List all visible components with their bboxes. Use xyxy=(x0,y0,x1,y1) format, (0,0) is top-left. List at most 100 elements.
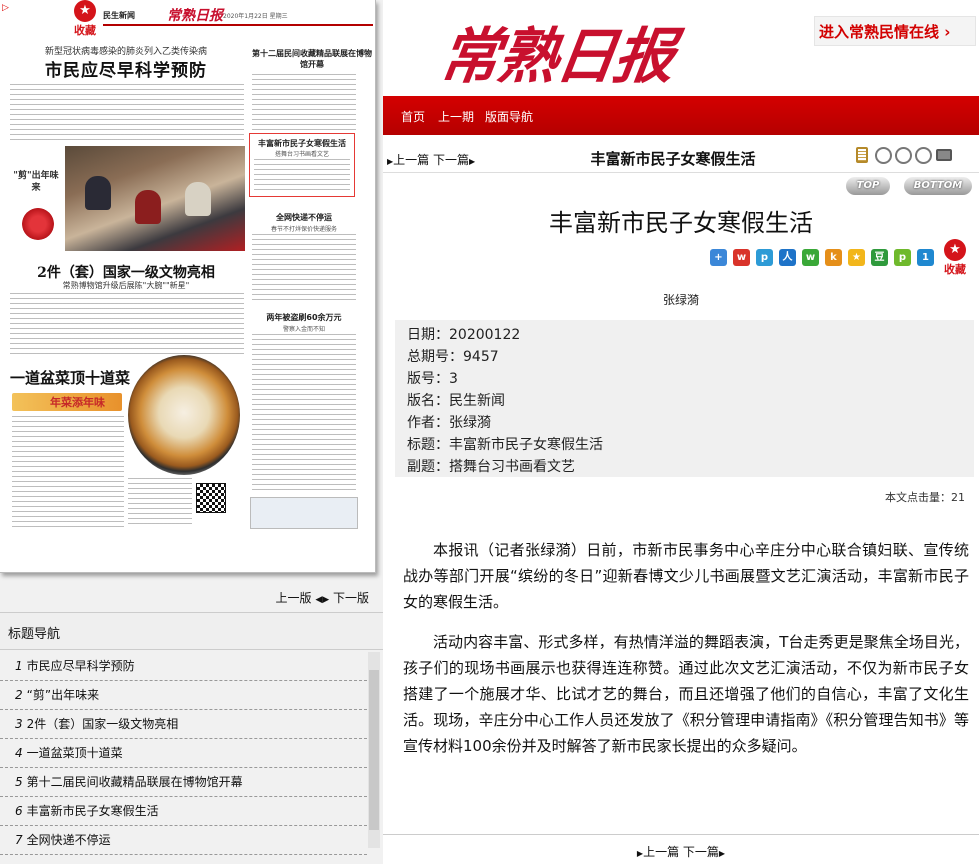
nav-prev-issue[interactable]: 上一期 xyxy=(438,108,474,125)
document-icon[interactable] xyxy=(856,147,868,163)
highlight-title: 丰富新市民子女寒假生活 xyxy=(258,139,346,148)
prev-article-link[interactable]: 上一篇 xyxy=(643,845,679,859)
banner-text: 年菜添年味 xyxy=(50,396,105,409)
food-photo xyxy=(128,355,240,475)
toc-list: 1 市民应尽早科学预防 2 “剪”出年味来 3 2件（套）国家一级文物亮相 4 一道盆菜… xyxy=(0,652,367,855)
favorite-label: 收藏 xyxy=(74,24,96,37)
masthead: 常熟日报 进入常熟民情在线 › xyxy=(383,0,979,96)
article-text-block[interactable] xyxy=(10,84,244,142)
article-text-block[interactable] xyxy=(128,478,192,528)
toc-title: 第十二届民间收藏精品联展在博物馆开幕 xyxy=(26,775,243,789)
newspaper-page-thumbnail[interactable]: ▷ ★ 收藏 民生新闻 常熟日报 2020年1月22日 星期三 新型冠状病毒感染… xyxy=(0,0,376,573)
toc-item[interactable]: 2 “剪”出年味来 xyxy=(0,681,367,710)
renren-icon[interactable]: 人 xyxy=(779,249,796,266)
article-paragraph: 本报讯（记者张绿漪）日前，市新市民事务中心辛庄分中心联合镇妇联、宣传统战办等部门… xyxy=(403,541,969,611)
headline[interactable]: 市民应尽早科学预防 xyxy=(8,56,244,81)
toc-title: 一道盆菜顶十道菜 xyxy=(26,746,123,760)
minqing-online-link[interactable]: 进入常熟民情在线 › xyxy=(814,16,976,46)
toc-scrollbar[interactable] xyxy=(368,652,380,848)
scroll-top-button[interactable]: TOP xyxy=(846,177,890,195)
page-header: 民生新闻 常熟日报 2020年1月22日 星期三 xyxy=(103,8,373,26)
douban-icon[interactable]: 豆 xyxy=(871,249,888,266)
article-text-block[interactable] xyxy=(10,293,244,357)
article-title: 丰富新市民子女寒假生活 xyxy=(549,209,813,237)
article-text-block xyxy=(254,159,350,192)
meta-row: 版名：民生新闻 xyxy=(407,393,505,409)
meta-row: 副题：搭舞台习书画看文艺 xyxy=(407,459,575,475)
next-article-link[interactable]: 下一篇 xyxy=(683,845,719,859)
toc-title: “剪”出年味来 xyxy=(26,688,100,702)
article-meta-table: 日期：20200122 总期号：9457 版号：3 版名：民生新闻 作者：张绿漪… xyxy=(395,320,974,477)
cut-article-title[interactable]: "剪"出年味来 xyxy=(10,170,62,194)
meta-label: 副题 xyxy=(407,459,435,475)
toc-title: 市民应尽早科学预防 xyxy=(26,659,135,673)
star-icon: ★ xyxy=(944,239,966,261)
article-text-block[interactable] xyxy=(252,334,356,492)
weibo-icon[interactable]: w xyxy=(733,249,750,266)
article-toolbar: ▶上一篇 下一篇▶ 丰富新市民子女寒假生活 xyxy=(383,145,979,171)
meta-value: 搭舞台习书画看文艺 xyxy=(449,459,575,475)
toc-number: 4 xyxy=(15,746,23,760)
zoom-out-icon[interactable] xyxy=(915,147,932,164)
expand-arrow-icon[interactable]: ▷ xyxy=(2,3,12,13)
favorite-button[interactable]: ★ 收藏 xyxy=(68,0,102,38)
favorite-button[interactable]: ★ 收藏 xyxy=(940,239,970,277)
pengyou-icon[interactable]: p xyxy=(894,249,911,266)
wechat-icon[interactable]: w xyxy=(802,249,819,266)
share-plus-icon[interactable]: + xyxy=(710,249,727,266)
info-share-icon[interactable]: 1 xyxy=(917,249,934,266)
toc-item[interactable]: 7 全网快递不停运 xyxy=(0,826,367,855)
toc-number: 6 xyxy=(15,804,23,818)
newspaper-logo[interactable]: 常熟日报 xyxy=(435,8,679,95)
star-share-icon[interactable]: ★ xyxy=(848,249,865,266)
zoom-in-icon[interactable] xyxy=(875,147,892,164)
article-author: 张绿漪 xyxy=(662,293,699,307)
toc-item[interactable]: 5 第十二届民间收藏精品联展在博物馆开幕 xyxy=(0,768,367,797)
article-headline[interactable]: 一道盆菜顶十道菜 xyxy=(10,367,130,388)
article-headline[interactable]: 2件（套）国家一级文物亮相 xyxy=(8,262,244,282)
page-switch-nav: 上一版 ◀▶ 下一版 xyxy=(275,589,369,606)
toc-item[interactable]: 1 市民应尽早科学预防 xyxy=(0,652,367,681)
article-text-block[interactable] xyxy=(252,74,356,130)
meta-label: 总期号 xyxy=(407,349,449,365)
article-text-block[interactable] xyxy=(12,416,124,528)
star-icon: ★ xyxy=(74,0,96,22)
side-article-title[interactable]: 第十二届民间收藏精品联展在博物馆开幕 xyxy=(252,48,372,70)
meta-row: 日期：20200122 xyxy=(407,327,521,343)
newspaper-logo-small: 常熟日报 xyxy=(167,8,223,24)
toc-title: 全网快递不停运 xyxy=(26,833,111,847)
meta-row: 总期号：9457 xyxy=(407,349,499,365)
meta-label: 版名 xyxy=(407,393,435,409)
meta-label: 标题 xyxy=(407,437,435,453)
selected-article-frame[interactable]: 丰富新市民子女寒假生活 搭舞台习书画看文艺 xyxy=(249,133,355,197)
scroll-bottom-button[interactable]: BOTTOM xyxy=(904,177,972,195)
bottom-label: BOTTOM xyxy=(913,180,963,191)
toc-item[interactable]: 3 2件（套）国家一级文物亮相 xyxy=(0,710,367,739)
scrollbar-thumb[interactable] xyxy=(369,670,379,830)
zoom-reset-icon[interactable] xyxy=(895,147,912,164)
nav-layout[interactable]: 版面导航 xyxy=(485,108,533,125)
side-article-title[interactable]: 两年被盗刷60余万元 xyxy=(252,312,356,323)
nav-home[interactable]: 首页 xyxy=(401,108,425,125)
next-page-link[interactable]: 下一版 xyxy=(333,591,369,605)
hits-value: 21 xyxy=(951,491,965,504)
bottom-article-nav: ▶上一篇 下一篇▶ xyxy=(383,843,979,860)
toc-number: 3 xyxy=(15,717,23,731)
toc-item[interactable]: 4 一道盆菜顶十道菜 xyxy=(0,739,367,768)
top-label: TOP xyxy=(856,180,880,191)
meta-row: 版号：3 xyxy=(407,371,458,387)
toc-number: 2 xyxy=(15,688,23,702)
hits-label: 本文点击量： xyxy=(885,491,951,504)
meta-value: 民生新闻 xyxy=(449,393,505,409)
toc-number: 7 xyxy=(15,833,23,847)
prev-page-link[interactable]: 上一版 xyxy=(275,591,311,605)
article-text-block[interactable] xyxy=(252,234,356,304)
print-icon[interactable] xyxy=(936,149,952,161)
news-photo-children xyxy=(65,146,245,251)
qzone-icon[interactable]: p xyxy=(756,249,773,266)
paper-cut-decoration xyxy=(10,146,62,261)
kaixin-icon[interactable]: k xyxy=(825,249,842,266)
side-article-title[interactable]: 全网快递不停运 xyxy=(252,212,356,223)
toc-item[interactable]: 6 丰富新市民子女寒假生活 xyxy=(0,797,367,826)
divider xyxy=(383,172,979,173)
